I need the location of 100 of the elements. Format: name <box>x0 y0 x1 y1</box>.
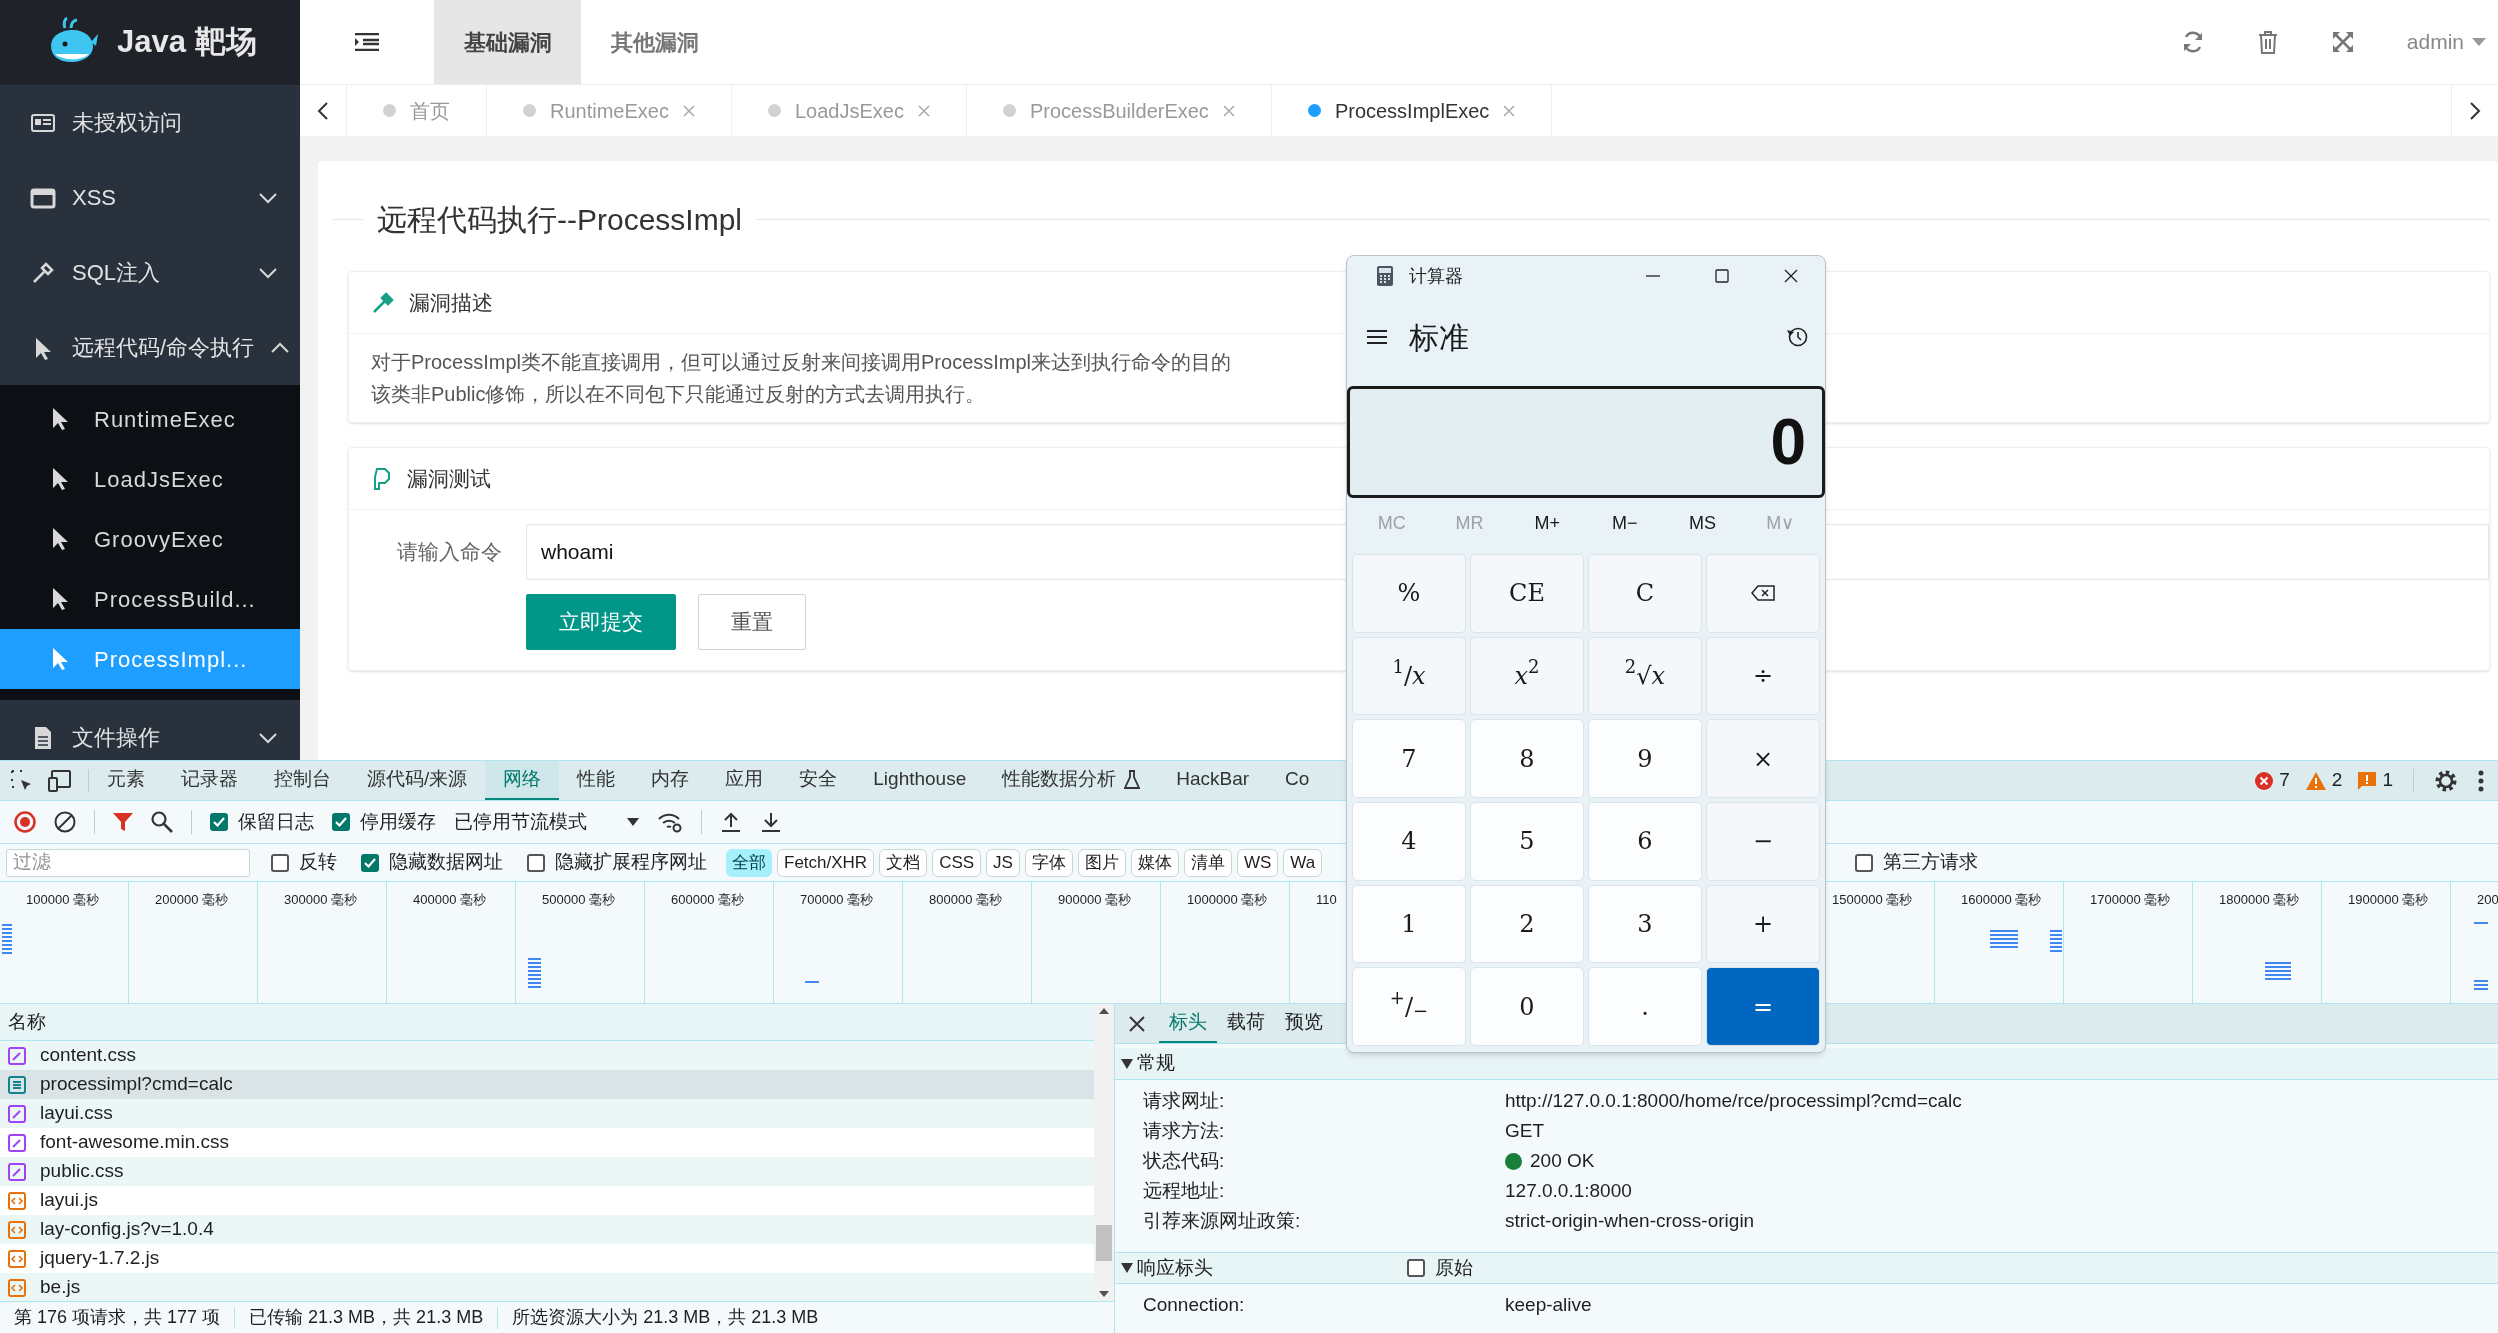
devtools-tab[interactable]: 性能 <box>559 761 634 800</box>
calculator-key[interactable]: $^{1}$/x <box>1352 636 1466 716</box>
details-tab[interactable]: 预览 <box>1275 1004 1333 1043</box>
devtools-tab[interactable]: HackBar <box>1158 761 1268 800</box>
type-filter-chip[interactable]: 字体 <box>1024 848 1073 877</box>
type-filter-chip[interactable]: WS <box>1236 848 1279 877</box>
devtools-tab[interactable]: Lighthouse <box>855 761 985 800</box>
type-filter-chip[interactable]: Wa <box>1283 848 1323 877</box>
calculator-key[interactable]: CE <box>1470 554 1584 633</box>
devtools-tab[interactable]: 源代码/来源 <box>349 761 486 800</box>
calculator-key[interactable]: 2 <box>1470 884 1584 964</box>
menu-icon[interactable] <box>355 33 379 51</box>
type-filter-chip[interactable]: 文档 <box>879 848 928 877</box>
devtools-tab[interactable]: 性能数据分析 <box>984 761 1159 800</box>
checkbox[interactable] <box>332 813 350 831</box>
type-filter-chip[interactable]: JS <box>986 848 1020 877</box>
request-row[interactable]: public.css <box>0 1157 1094 1186</box>
device-toolbar-icon[interactable] <box>48 768 74 793</box>
submenu-item[interactable]: ProcessBuild... <box>0 569 300 629</box>
more-options-icon[interactable] <box>2478 769 2484 792</box>
calculator-key[interactable]: C <box>1588 554 1702 633</box>
sidebar-item[interactable]: 未授权访问 <box>0 85 300 160</box>
request-row[interactable]: layui.js <box>0 1186 1094 1215</box>
sidebar-item[interactable]: 远程代码/命令执行 <box>0 310 300 385</box>
calculator-key[interactable]: 9 <box>1588 719 1702 798</box>
clear-icon[interactable] <box>54 811 76 833</box>
raw-checkbox[interactable]: 原始 <box>1407 1253 1473 1283</box>
submenu-item[interactable]: GroovyExec <box>0 509 300 569</box>
menu-icon[interactable] <box>1367 329 1387 345</box>
request-row[interactable]: font-awesome.min.css <box>0 1128 1094 1157</box>
checkbox[interactable] <box>1407 1259 1425 1277</box>
checkbox[interactable] <box>271 853 289 872</box>
section-toggle[interactable]: 常规 <box>1121 1049 1401 1078</box>
calculator-key[interactable]: 7 <box>1352 719 1466 798</box>
calculator-key[interactable]: 5 <box>1470 802 1584 881</box>
devtools-tab[interactable]: 应用 <box>707 761 782 800</box>
calculator-key[interactable]: + <box>1706 884 1820 964</box>
calculator-key[interactable]: = <box>1706 967 1820 1046</box>
devtools-tab[interactable]: 控制台 <box>256 761 349 800</box>
calculator-key[interactable]: 4 <box>1352 802 1466 881</box>
calculator-key[interactable]: . <box>1588 967 1702 1046</box>
page-tab[interactable]: ProcessImplExec <box>1271 85 1553 136</box>
calculator-key[interactable]: × <box>1706 719 1820 798</box>
request-row[interactable]: jquery-1.7.2.js <box>0 1244 1094 1273</box>
type-filter-chip[interactable]: 全部 <box>726 848 772 877</box>
user-menu[interactable]: admin <box>2406 26 2486 58</box>
checkbox[interactable] <box>1855 853 1873 872</box>
filter-icon[interactable] <box>113 812 133 832</box>
checkbox[interactable] <box>210 813 228 831</box>
scrollbar-thumb[interactable] <box>1096 1224 1112 1261</box>
filter-checkbox[interactable]: 反转 <box>271 848 337 877</box>
throttling-dropdown[interactable]: 已停用节流模式 <box>454 807 639 837</box>
devtools-tab[interactable]: 网络 <box>485 761 560 800</box>
request-row[interactable]: content.css <box>0 1041 1094 1070</box>
request-row[interactable]: lay-config.js?v=1.0.4 <box>0 1215 1094 1244</box>
download-icon[interactable] <box>760 811 782 833</box>
filter-checkbox[interactable]: 第三方请求 <box>1855 848 1978 877</box>
type-filter-chip[interactable]: 图片 <box>1077 848 1126 877</box>
devtools-tab[interactable]: 记录器 <box>163 761 256 800</box>
close-icon[interactable] <box>1129 1015 1145 1032</box>
submenu-item[interactable]: RuntimeExec <box>0 389 300 449</box>
upload-icon[interactable] <box>720 811 742 833</box>
calculator-key[interactable]: 0 <box>1470 967 1584 1046</box>
sidebar-item[interactable]: 文件操作 <box>0 700 300 760</box>
calculator-key[interactable]: x$^{2}$ <box>1470 636 1584 716</box>
settings-icon[interactable] <box>2434 768 2458 793</box>
calculator-key[interactable]: − <box>1706 802 1820 881</box>
devtools-tab[interactable]: 元素 <box>89 761 163 800</box>
type-filter-chip[interactable]: Fetch/XHR <box>777 848 875 877</box>
fullscreen-icon[interactable] <box>2330 30 2355 54</box>
request-row[interactable]: processimpl?cmd=calc <box>0 1070 1094 1099</box>
history-icon[interactable] <box>1787 326 1809 348</box>
calculator-key[interactable]: $^{+}$/$_{−}$ <box>1352 967 1466 1046</box>
checkbox[interactable] <box>527 853 545 872</box>
calculator-key[interactable]: ÷ <box>1706 636 1820 716</box>
devtools-tab[interactable]: 内存 <box>633 761 708 800</box>
calculator-key[interactable]: 6 <box>1588 802 1702 881</box>
nav-tab[interactable]: 其他漏洞 <box>581 0 728 84</box>
issues-counter[interactable]: 7 2 1 <box>2255 766 2393 795</box>
type-filter-chip[interactable]: CSS <box>932 848 982 877</box>
record-icon[interactable] <box>14 811 36 833</box>
reset-button[interactable]: 重置 <box>698 594 806 650</box>
nav-tab[interactable]: 基础漏洞 <box>434 0 581 84</box>
calculator-key[interactable]: $^{2}$√x <box>1588 636 1702 716</box>
filter-checkbox[interactable]: 隐藏数据网址 <box>361 848 503 877</box>
calculator-key[interactable]: 3 <box>1588 884 1702 964</box>
filter-input[interactable]: 过滤 <box>6 848 250 877</box>
sidebar-item[interactable]: SQL注入 <box>0 235 300 310</box>
search-icon[interactable] <box>151 811 173 833</box>
checkbox[interactable] <box>361 853 379 872</box>
filter-checkbox[interactable]: 隐藏扩展程序网址 <box>527 848 707 877</box>
toolbar-checkbox[interactable]: 停用缓存 <box>332 807 436 837</box>
trash-icon[interactable] <box>2256 30 2279 54</box>
submenu-item[interactable]: LoadJsExec <box>0 449 300 509</box>
calculator-key[interactable]: % <box>1352 554 1466 633</box>
devtools-tab[interactable]: Co <box>1267 761 1328 800</box>
calculator-key[interactable]: 8 <box>1470 719 1584 798</box>
details-tab[interactable]: 标头 <box>1159 1004 1217 1043</box>
request-row[interactable]: layui.css <box>0 1099 1094 1128</box>
type-filter-chip[interactable]: 清单 <box>1183 848 1232 877</box>
